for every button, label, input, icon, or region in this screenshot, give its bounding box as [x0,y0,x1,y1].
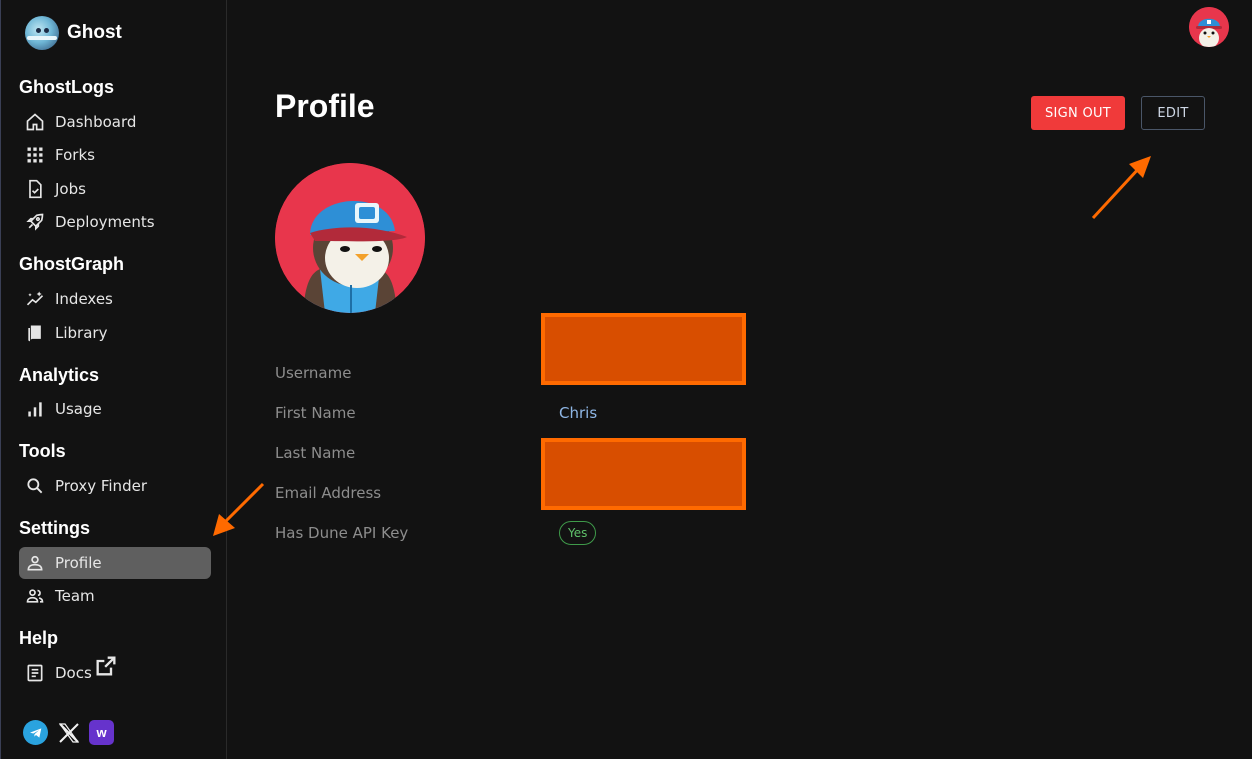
sidebar: Ghost GhostLogs Dashboard Forks Jobs Dep… [0,0,227,759]
sidebar-item-label: Docs [55,664,92,682]
sidebar-item-team[interactable]: Team [19,580,211,612]
sidebar-item-label: Team [55,587,95,605]
sidebar-item-label: Dashboard [55,113,137,131]
first-name-label: First Name [275,404,356,422]
sidebar-item-label: Library [55,324,108,342]
search-icon [27,478,43,494]
first-name-value: Chris [559,404,598,422]
person-icon [27,555,43,571]
sidebar-item-usage[interactable]: Usage [19,393,211,425]
redaction-box-lastname-email [541,438,746,510]
sidebar-item-deployments[interactable]: Deployments [19,206,211,238]
brand[interactable]: Ghost [25,16,122,50]
username-label: Username [275,364,352,382]
file-check-icon [29,179,42,199]
x-icon[interactable] [56,720,81,745]
sidebar-item-label: Proxy Finder [55,477,147,495]
bar-chart-icon [28,402,42,417]
section-title-help: Help [19,628,59,648]
grid-icon [27,147,43,163]
external-link-icon [96,656,116,679]
email-address-label: Email Address [275,484,382,502]
sparkle-chart-icon [26,291,44,306]
home-icon [26,113,44,131]
sidebar-item-forks[interactable]: Forks [19,139,211,171]
edit-button[interactable]: EDIT [1141,96,1205,130]
dune-api-key-label: Has Dune API Key [275,524,409,542]
telegram-icon[interactable] [23,720,48,745]
sidebar-item-jobs[interactable]: Jobs [19,173,211,205]
section-title-ghostgraph: GhostGraph [19,254,125,274]
book-icon [28,325,41,342]
people-icon [26,589,44,603]
sidebar-item-proxy-finder[interactable]: Proxy Finder [19,470,211,502]
annotation-arrow-icon [1091,156,1151,220]
sidebar-item-profile[interactable]: Profile [19,547,211,579]
sidebar-item-indexes[interactable]: Indexes [19,283,211,315]
sidebar-item-docs[interactable]: Docs [19,656,211,689]
app-window: Ghost GhostLogs Dashboard Forks Jobs Dep… [0,0,1252,759]
redaction-box-username [541,313,746,385]
user-avatar[interactable] [1189,7,1229,47]
sidebar-item-dashboard[interactable]: Dashboard [19,106,211,138]
profile-avatar [275,163,425,313]
social-links: w [23,720,114,745]
sidebar-item-label: Profile [55,554,102,572]
warpcast-icon[interactable]: w [89,720,114,745]
section-title-tools: Tools [19,441,66,461]
section-title-analytics: Analytics [19,365,100,385]
rocket-icon [26,213,44,231]
brand-name: Ghost [67,22,122,43]
ghost-logo-icon [25,16,59,50]
sign-out-button[interactable]: SIGN OUT [1031,96,1125,130]
sidebar-item-label: Deployments [55,213,155,231]
section-title-ghostlogs: GhostLogs [19,77,114,97]
sidebar-item-label: Indexes [55,290,113,308]
last-name-label: Last Name [275,444,356,462]
sidebar-item-library[interactable]: Library [19,317,211,349]
document-icon [27,664,43,682]
dune-api-key-badge: Yes [559,521,597,545]
sidebar-item-label: Jobs [55,180,86,198]
sidebar-item-label: Usage [55,400,102,418]
sidebar-item-label: Forks [55,146,95,164]
section-title-settings: Settings [19,518,91,538]
page-title: Profile [275,88,375,124]
